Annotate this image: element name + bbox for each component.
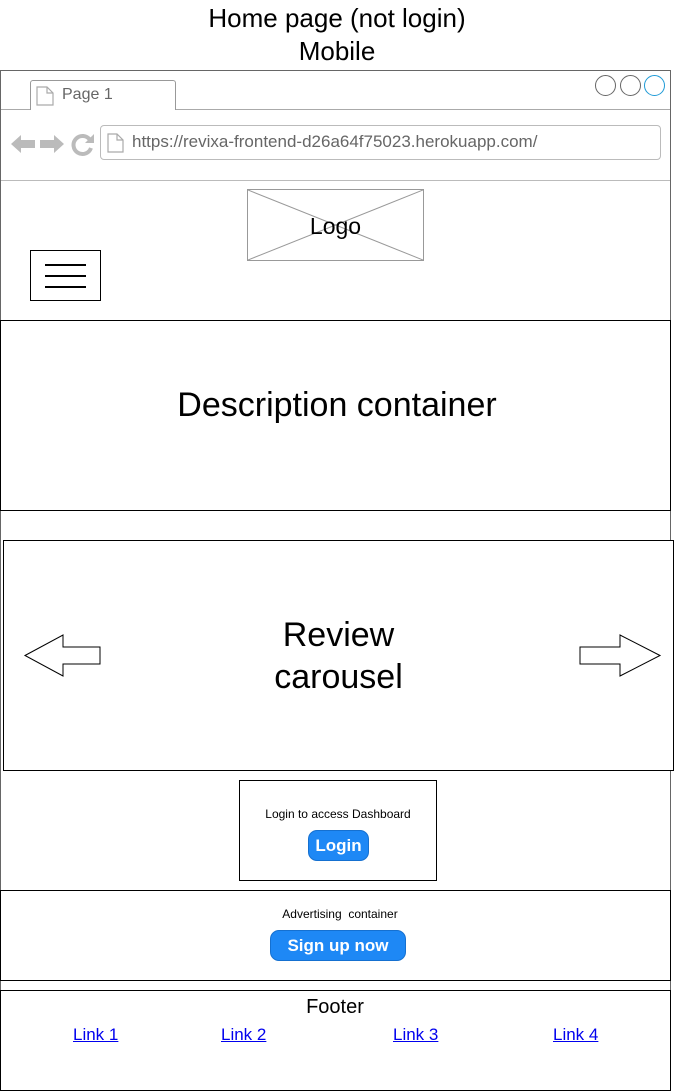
toolbar-divider (1, 180, 670, 181)
menu-bar-icon (45, 286, 86, 288)
footer-link-1[interactable]: Link 1 (73, 1025, 118, 1045)
description-label: Description container (177, 386, 497, 424)
carousel-label-line1: Review (282, 616, 395, 654)
page-icon (107, 133, 124, 153)
carousel-prev-arrow-icon[interactable] (23, 634, 103, 677)
hamburger-menu-button[interactable] (30, 250, 101, 301)
page-title: Home page (not login) (208, 3, 466, 33)
menu-bar-icon (45, 264, 86, 266)
refresh-icon[interactable] (70, 131, 96, 157)
advertising-label: Advertising container (282, 907, 398, 921)
login-prompt-text: Login to access Dashboard (265, 807, 411, 821)
carousel-next-arrow-icon[interactable] (579, 634, 663, 677)
page-icon (36, 86, 54, 106)
sign-up-button[interactable]: Sign up now (270, 930, 406, 961)
address-url[interactable]: https://revixa-frontend-d26a64f75023.her… (132, 132, 537, 152)
footer-link-2[interactable]: Link 2 (221, 1025, 266, 1045)
logo-label: Logo (309, 213, 362, 239)
login-button[interactable]: Login (308, 830, 369, 861)
menu-bar-icon (45, 275, 86, 277)
forward-arrow-icon[interactable] (39, 132, 65, 156)
footer-link-3[interactable]: Link 3 (393, 1025, 438, 1045)
page-subtitle: Mobile (298, 36, 376, 66)
browser-tab-label: Page 1 (62, 86, 113, 103)
carousel-label: Review carousel (200, 614, 477, 698)
back-arrow-icon[interactable] (10, 132, 36, 156)
footer-link-4[interactable]: Link 4 (553, 1025, 598, 1045)
maximize-button[interactable] (620, 75, 641, 96)
carousel-label-line2: carousel (274, 658, 403, 696)
footer-title: Footer (306, 996, 364, 1018)
close-button[interactable] (644, 75, 665, 96)
minimize-button[interactable] (595, 75, 616, 96)
